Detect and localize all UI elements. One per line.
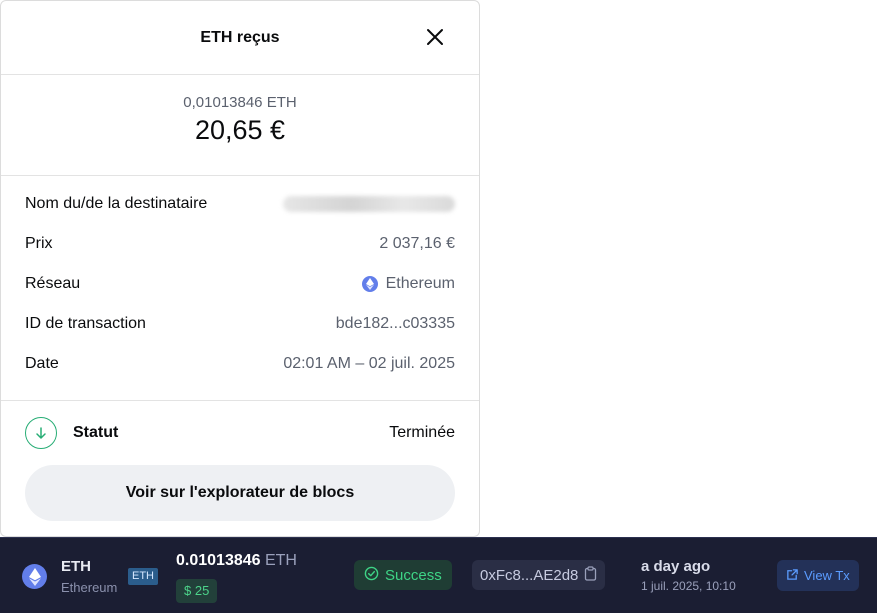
detail-label: Date [25,355,59,372]
detail-value-network: Ethereum [361,275,455,293]
detail-value-recipient [283,196,455,212]
detail-label: ID de transaction [25,315,146,332]
check-circle-icon [364,566,379,585]
status-row: Statut Terminée [1,401,479,449]
tx-amount-value: 0.01013846 [176,552,261,569]
status-value: Terminée [389,424,455,441]
detail-label: Nom du/de la destinataire [25,195,208,212]
coin-symbol: ETH [61,558,91,575]
detail-label: Réseau [25,275,81,292]
amount-fiat: 20,65 € [194,115,286,145]
details-list: Nom du/de la destinataire Prix 2 037,16 … [1,176,479,401]
detail-label: Prix [25,235,53,252]
address-text: 0xFc8...AE2d8 [480,566,579,584]
status-left: Statut [25,417,118,449]
time-ago: a day ago [641,558,711,575]
status-badge-label: Success [385,566,442,584]
status-badge: Success [354,560,452,590]
modal-header: ETH reçus [1,1,479,75]
redacted-recipient [283,196,455,212]
view-tx-label: View Tx [804,568,850,583]
status-label: Statut [73,424,119,441]
address-pill[interactable]: 0xFc8...AE2d8 [472,560,606,590]
view-on-explorer-button[interactable]: Voir sur l'explorateur de blocs [25,465,455,521]
coin-tag: ETH [128,568,158,585]
detail-row-price: Prix 2 037,16 € [25,224,455,264]
close-icon[interactable] [425,27,445,47]
tx-amount: 0.01013846 ETH [176,552,297,570]
arrow-down-icon [25,417,57,449]
detail-row-txid: ID de transaction bde182...c03335 [25,304,455,344]
amount-summary: 0,01013846 ETH 20,65 € [1,75,479,176]
detail-row-date: Date 02:01 AM – 02 juil. 2025 [25,344,455,384]
ethereum-icon [22,564,47,589]
transaction-row: ETH Ethereum ETH 0.01013846 ETH $ 25 Suc… [0,537,877,613]
detail-row-network: Réseau Ethereum [25,264,455,304]
detail-value-price: 2 037,16 € [379,235,455,252]
detail-row-recipient: Nom du/de la destinataire [25,184,455,224]
tx-amount-unit: ETH [264,552,297,569]
detail-value-txid[interactable]: bde182...c03335 [336,315,455,333]
usd-value-badge: $ 25 [176,579,218,603]
coin-network: Ethereum [61,580,118,595]
modal-title: ETH reçus [200,28,280,46]
network-name: Ethereum [385,275,455,292]
external-link-icon [786,568,799,584]
copy-icon[interactable] [584,565,597,585]
ethereum-icon [361,276,378,292]
time-full: 1 juil. 2025, 10:10 [641,579,736,593]
amount-crypto: 0,01013846 ETH [183,94,297,111]
view-tx-button[interactable]: View Tx [777,560,859,591]
detail-value-date: 02:01 AM – 02 juil. 2025 [283,355,455,372]
transaction-details-modal: ETH reçus 0,01013846 ETH 20,65 € Nom du/… [0,0,480,537]
